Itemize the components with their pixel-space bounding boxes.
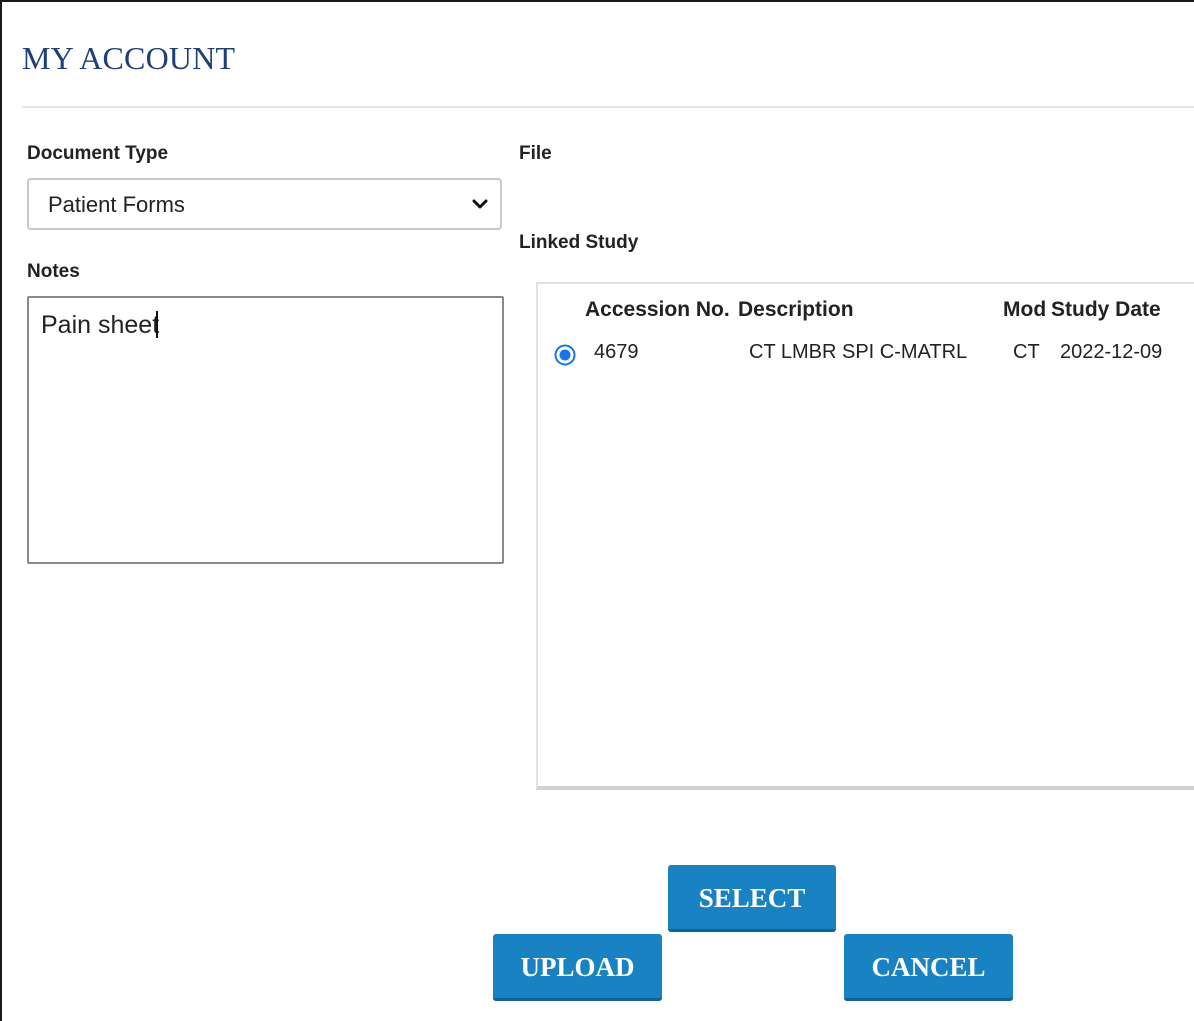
column-header-accession: Accession No. [585,298,730,321]
document-type-label: Document Type [27,143,169,164]
cell-accession: 4679 [594,341,639,363]
cell-mod: CT [1013,341,1040,363]
cancel-button[interactable]: CANCEL [844,934,1013,1001]
notes-label: Notes [27,261,80,282]
linked-study-label: Linked Study [519,232,639,253]
page-title: MY ACCOUNT [22,40,236,76]
upload-button[interactable]: UPLOAD [493,934,662,1001]
cell-study-date: 2022-12-09 [1060,341,1163,363]
notes-textarea[interactable]: Pain sheet [27,296,504,564]
document-type-select[interactable]: Patient Forms [27,178,502,230]
notes-text: Pain sheet [41,311,160,339]
chevron-down-icon [472,199,488,209]
title-divider [22,106,1194,108]
select-button[interactable]: SELECT [668,865,836,932]
radio-selected-icon[interactable] [554,344,576,366]
text-cursor [156,311,159,338]
column-header-study-date: Study Date [1051,298,1161,321]
column-header-description: Description [738,298,854,321]
document-type-value: Patient Forms [48,192,185,217]
linked-study-table: Accession No. Description Mod Study Date… [536,282,1194,790]
column-header-mod: Mod [1003,298,1047,321]
file-label: File [519,143,552,164]
cell-description: CT LMBR SPI C-MATRL [749,341,968,363]
